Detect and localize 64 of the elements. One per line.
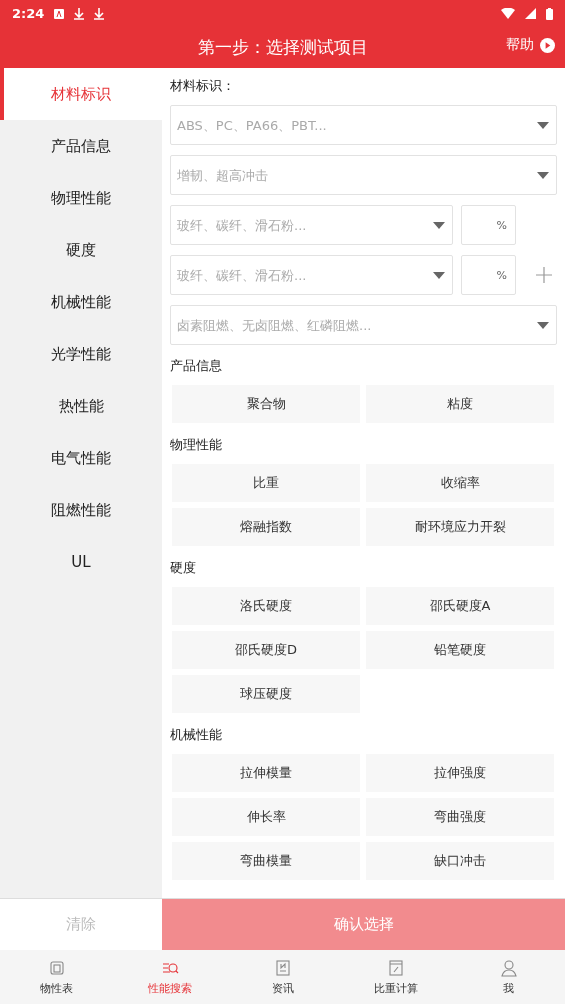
option-button[interactable]: 洛氏硬度 — [172, 587, 360, 625]
option-button[interactable]: 邵氏硬度D — [172, 631, 360, 669]
status-time: 2:24 — [12, 6, 45, 21]
section-title: 产品信息 — [170, 357, 223, 375]
nav-tab[interactable]: 资讯 — [226, 950, 339, 1004]
battery-icon — [546, 7, 553, 20]
category-item[interactable]: 电气性能 — [0, 432, 162, 484]
option-button[interactable]: 缺口冲击 — [366, 842, 554, 880]
nav-tab[interactable]: 物性表 — [0, 950, 113, 1004]
option-button[interactable]: 拉伸模量 — [172, 754, 360, 792]
dropdown-field[interactable]: ABS、PC、PA66、PBT... — [170, 105, 557, 145]
category-item[interactable]: UL — [0, 536, 162, 588]
dropdown-caret-icon — [537, 322, 549, 329]
category-item[interactable]: 产品信息 — [0, 120, 162, 172]
category-item[interactable]: 阻燃性能 — [0, 484, 162, 536]
dropdown-caret-icon — [537, 172, 549, 179]
wifi-icon — [501, 8, 515, 19]
dropdown-field[interactable]: 玻纤、碳纤、滑石粉... — [170, 255, 453, 295]
category-item[interactable]: 物理性能 — [0, 172, 162, 224]
download-icon — [94, 7, 105, 20]
section-title: 硬度 — [170, 559, 197, 577]
option-button[interactable]: 粘度 — [366, 385, 554, 423]
category-item[interactable]: 硬度 — [0, 224, 162, 276]
option-button[interactable]: 聚合物 — [172, 385, 360, 423]
option-button[interactable]: 弯曲模量 — [172, 842, 360, 880]
dropdown-caret-icon — [433, 272, 445, 279]
dropdown-field[interactable]: 增韧、超高冲击 — [170, 155, 557, 195]
option-button[interactable]: 熔融指数 — [172, 508, 360, 546]
option-button[interactable]: 铅笔硬度 — [366, 631, 554, 669]
help-button[interactable]: 帮助 — [506, 36, 555, 54]
dropdown-caret-icon — [433, 222, 445, 229]
option-button[interactable]: 弯曲强度 — [366, 798, 554, 836]
section-title: 物理性能 — [170, 436, 223, 454]
add-icon[interactable] — [536, 267, 552, 283]
play-icon — [540, 37, 555, 53]
section-title: 机械性能 — [170, 726, 223, 744]
nav-tab[interactable]: 我 — [452, 950, 565, 1004]
section-title: 材料标识： — [170, 77, 236, 95]
nav-tab[interactable]: 比重计算 — [339, 950, 452, 1004]
percent-field[interactable]: % — [461, 255, 516, 295]
category-item[interactable]: 材料标识 — [0, 68, 162, 120]
dropdown-field[interactable]: 卤素阻燃、无卤阻燃、红磷阻燃... — [170, 305, 557, 345]
category-item[interactable]: 光学性能 — [0, 328, 162, 380]
option-button[interactable]: 伸长率 — [172, 798, 360, 836]
calculator-icon — [386, 958, 405, 977]
signal-icon — [525, 8, 536, 19]
news-icon — [273, 958, 292, 977]
page-title: 第一步：选择测试项目 — [197, 36, 368, 59]
option-button[interactable]: 收缩率 — [366, 464, 554, 502]
dropdown-field[interactable]: 玻纤、碳纤、滑石粉... — [170, 205, 453, 245]
category-item[interactable]: 热性能 — [0, 380, 162, 432]
percent-field[interactable]: % — [461, 205, 516, 245]
document-icon — [47, 958, 66, 977]
category-item[interactable]: 机械性能 — [0, 276, 162, 328]
option-button[interactable]: 比重 — [172, 464, 360, 502]
download-icon — [74, 7, 85, 20]
option-button[interactable]: 球压硬度 — [172, 675, 360, 713]
option-button[interactable]: 拉伸强度 — [366, 754, 554, 792]
dropdown-caret-icon — [537, 122, 549, 129]
nav-tab[interactable]: 性能搜索 — [113, 950, 226, 1004]
option-button[interactable]: 耐环境应力开裂 — [366, 508, 554, 546]
user-icon — [499, 958, 518, 977]
notification-icon — [54, 8, 65, 19]
option-button[interactable]: 邵氏硬度A — [366, 587, 554, 625]
